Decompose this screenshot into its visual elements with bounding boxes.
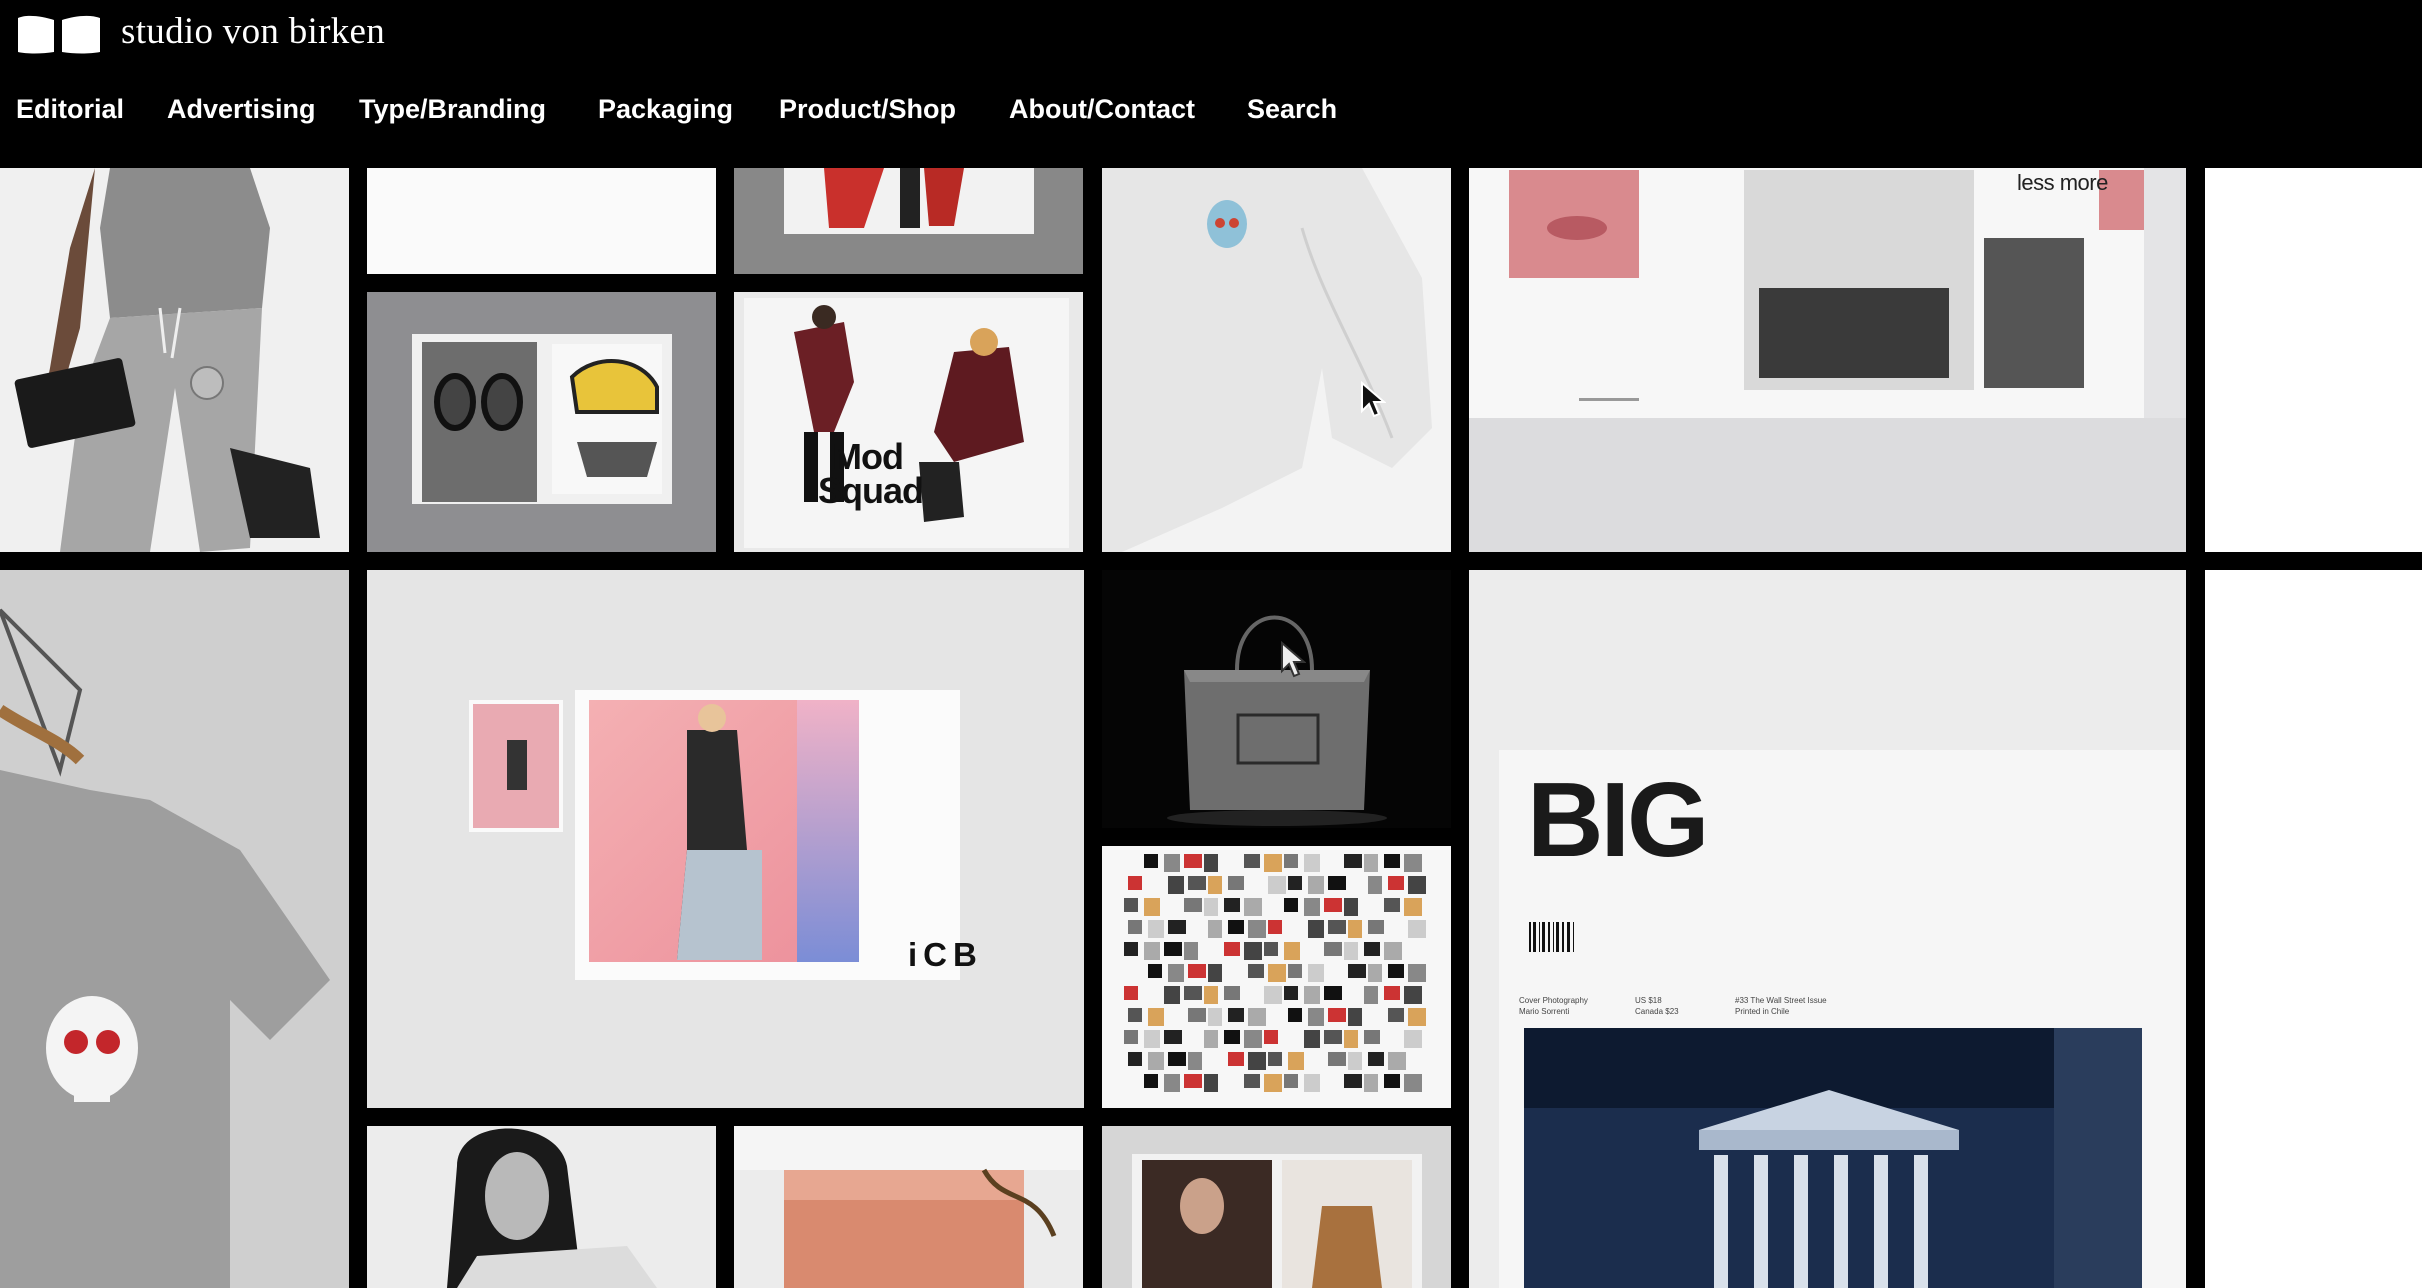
big-printed: Printed in Chile [1735, 1007, 1790, 1016]
nav-search[interactable]: Search [1247, 94, 1337, 125]
big-price-ca: Canada $23 [1635, 1007, 1679, 1016]
shopping-bag-photo [1102, 570, 1451, 828]
mod-squad-photo [734, 292, 1083, 552]
white-sweatshirt-photo [1102, 168, 1451, 552]
icb-photo [367, 570, 1084, 1108]
big-price-us: US $18 [1635, 996, 1662, 1005]
fashion-spread-photo [1102, 1126, 1451, 1288]
portfolio-tile-magazine-red[interactable] [734, 168, 1083, 274]
nav-advertising[interactable]: Advertising [167, 94, 316, 125]
collage-photo [1102, 846, 1451, 1108]
portfolio-tile-right-blank-2[interactable] [2205, 570, 2422, 1288]
site-name[interactable]: studio von birken [121, 10, 385, 53]
portfolio-tile-sunglasses[interactable] [367, 292, 716, 552]
portfolio-tile-sweatsuit[interactable] [0, 168, 349, 552]
portfolio-tile-fashion-spread[interactable] [1102, 1126, 1451, 1288]
portfolio-tile-white-sweatshirt[interactable] [1102, 168, 1451, 552]
portfolio-tile-portrait[interactable] [367, 1126, 716, 1288]
portfolio-tile-big-magazine[interactable]: BIG Cover Photography Mario Sorrenti US … [1469, 570, 2186, 1288]
portfolio-tile-mod-squad[interactable]: Mod Squad [734, 292, 1083, 552]
big-cover-name: Mario Sorrenti [1519, 1007, 1570, 1016]
nav-editorial[interactable]: Editorial [16, 94, 124, 125]
open-book-photo [1469, 168, 2186, 552]
coral-magazine-photo [734, 1126, 1083, 1288]
studio-logo-icon[interactable] [16, 14, 102, 56]
big-magazine-photo [1469, 570, 2186, 1288]
nav-product-shop[interactable]: Product/Shop [779, 94, 956, 125]
big-issue: #33 The Wall Street Issue [1735, 996, 1827, 1005]
skull-tshirt-photo [0, 570, 349, 1288]
portrait-photo [367, 1126, 716, 1288]
portfolio-tile-shopping-bag[interactable] [1102, 570, 1451, 828]
portfolio-tile-icb[interactable]: iCB [367, 570, 1084, 1108]
portfolio-tile-coral-magazine[interactable] [734, 1126, 1083, 1288]
less-more-text: less more [2017, 170, 2108, 195]
nav-about-contact[interactable]: About/Contact [1009, 94, 1195, 125]
sweatsuit-photo [0, 168, 349, 552]
mod-squad-text: Mod Squad [818, 436, 924, 511]
portfolio-tile-skull-tshirt[interactable] [0, 570, 349, 1288]
magazine-red-photo [734, 168, 1083, 274]
icb-text: iCB [908, 936, 983, 973]
sunglasses-photo [367, 292, 716, 552]
portfolio-tile-open-book[interactable]: less more [1469, 168, 2186, 552]
nav-type-branding[interactable]: Type/Branding [359, 94, 546, 125]
portfolio-tile-right-blank-1[interactable] [2205, 168, 2422, 552]
big-magazine-title: BIG [1527, 761, 1709, 879]
site-header: studio von birken Editorial Advertising … [0, 0, 2422, 168]
nav-packaging[interactable]: Packaging [598, 94, 733, 125]
big-cover-label: Cover Photography [1519, 996, 1588, 1005]
portfolio-tile-blank-top[interactable] [367, 168, 716, 274]
portfolio-tile-collage[interactable] [1102, 846, 1451, 1108]
